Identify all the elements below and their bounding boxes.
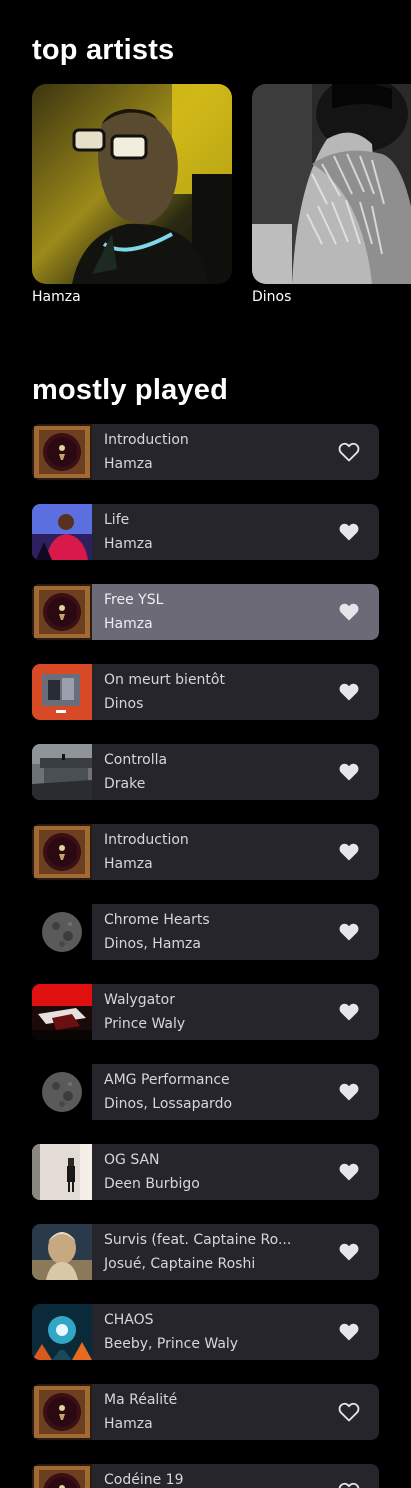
song-meta: Life Hamza [92,504,379,560]
song-row[interactable]: AMG Performance Dinos, Lossapardo [32,1064,379,1120]
song-title: Free YSL [104,592,164,608]
song-meta: Walygator Prince Waly [92,984,379,1040]
album-cover [32,1464,92,1488]
song-row[interactable]: Life Hamza [32,504,379,560]
song-meta: Free YSL Hamza [92,584,379,640]
heart-filled-icon[interactable] [337,1000,361,1024]
artist-card-dinos[interactable]: Dinos [252,84,411,305]
song-meta: Survis (feat. Captaine Ro... Josué, Capt… [92,1224,379,1280]
album-cover [32,424,92,480]
song-row[interactable]: Chrome Hearts Dinos, Hamza [32,904,379,960]
album-cover [32,504,92,560]
heart-outline-icon[interactable] [337,1400,361,1424]
album-cover [32,584,92,640]
song-meta: OG SAN Deen Burbigo [92,1144,379,1200]
song-row[interactable]: Survis (feat. Captaine Ro... Josué, Capt… [32,1224,379,1280]
heart-outline-icon[interactable] [337,440,361,464]
artist-photo[interactable] [252,84,411,284]
mostly-played-title: mostly played [32,374,228,406]
artist-photo[interactable] [32,84,232,284]
album-cover [32,1144,92,1200]
song-title: On meurt bientôt [104,672,225,688]
song-meta: AMG Performance Dinos, Lossapardo [92,1064,379,1120]
song-title: Codéine 19 [104,1472,184,1488]
song-row[interactable]: Walygator Prince Waly [32,984,379,1040]
song-meta: On meurt bientôt Dinos [92,664,379,720]
song-meta: Ma Réalité Hamza [92,1384,379,1440]
song-title: Introduction [104,432,189,448]
song-title: Controlla [104,752,168,768]
artist-name: Hamza [32,289,81,305]
album-cover [32,1224,92,1280]
song-row[interactable]: Introduction Hamza [32,824,379,880]
album-cover [32,1304,92,1360]
album-cover [32,904,92,960]
song-title: Survis (feat. Captaine Ro... [104,1232,292,1248]
song-meta: Chrome Hearts Dinos, Hamza [92,904,379,960]
song-title: Walygator [104,992,175,1008]
song-row[interactable]: OG SAN Deen Burbigo [32,1144,379,1200]
song-meta: Introduction Hamza [92,824,379,880]
song-row[interactable]: Introduction Hamza [32,424,379,480]
song-title: CHAOS [104,1312,154,1328]
album-cover [32,744,92,800]
artist-card-hamza[interactable]: Hamza [32,84,232,305]
song-title: Introduction [104,832,189,848]
song-row[interactable]: Codéine 19 [32,1464,379,1488]
song-row[interactable]: On meurt bientôt Dinos [32,664,379,720]
album-cover [32,1064,92,1120]
song-row[interactable]: Ma Réalité Hamza [32,1384,379,1440]
song-meta: Introduction Hamza [92,424,379,480]
top-artists-title: top artists [32,34,175,66]
heart-filled-icon[interactable] [337,1160,361,1184]
album-cover [32,1384,92,1440]
song-meta: Controlla Drake [92,744,379,800]
song-row[interactable]: CHAOS Beeby, Prince Waly [32,1304,379,1360]
heart-filled-icon[interactable] [337,1240,361,1264]
heart-filled-icon[interactable] [337,760,361,784]
song-row[interactable]: Controlla Drake [32,744,379,800]
song-meta: Codéine 19 [92,1464,379,1488]
heart-filled-icon[interactable] [337,1080,361,1104]
song-title: OG SAN [104,1152,160,1168]
album-cover [32,984,92,1040]
heart-filled-icon[interactable] [337,520,361,544]
song-title: Chrome Hearts [104,912,210,928]
heart-filled-icon[interactable] [337,920,361,944]
heart-filled-icon[interactable] [337,840,361,864]
heart-filled-icon[interactable] [337,1320,361,1344]
artist-name: Dinos [252,289,292,305]
heart-filled-icon[interactable] [337,680,361,704]
album-cover [32,664,92,720]
heart-filled-icon[interactable] [337,600,361,624]
album-cover [32,824,92,880]
song-title: AMG Performance [104,1072,230,1088]
song-title: Life [104,512,130,528]
heart-outline-icon[interactable] [337,1480,361,1488]
song-meta: CHAOS Beeby, Prince Waly [92,1304,379,1360]
song-title: Ma Réalité [104,1392,178,1408]
song-row[interactable]: Free YSL Hamza [32,584,379,640]
top-artists-carousel[interactable]: Hamza Dinos [32,84,411,314]
